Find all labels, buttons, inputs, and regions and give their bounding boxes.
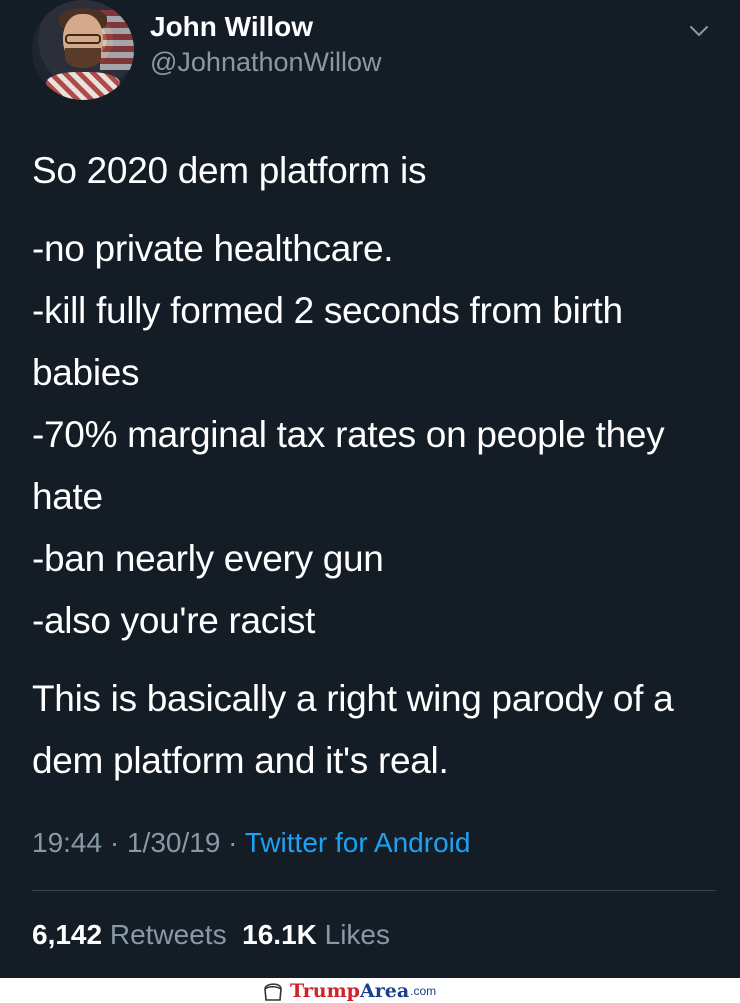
beard-decoration <box>65 48 101 68</box>
watermark-brand-part2: Area <box>359 980 410 1002</box>
tweet-list-line: -also you're racist <box>32 600 316 641</box>
divider <box>32 890 716 891</box>
author-name[interactable]: John Willow <box>150 11 313 43</box>
tweet-list-line: -70% marginal tax rates on people they h… <box>32 414 675 517</box>
meta-separator: · <box>109 827 120 858</box>
tweet-intro: So 2020 dem platform is <box>32 150 427 191</box>
tweet-time[interactable]: 19:44 <box>32 827 102 858</box>
watermark-brand-suffix: .com <box>410 984 437 998</box>
likes-count: 16.1K <box>242 919 317 950</box>
tweet-closing: This is basically a right wing parody of… <box>32 678 684 781</box>
avatar[interactable] <box>32 0 134 100</box>
retweets-count: 6,142 <box>32 919 103 950</box>
author-handle[interactable]: @JohnathonWillow <box>150 46 382 78</box>
likes-stat[interactable]: 16.1K Likes <box>242 919 390 950</box>
tweet-source-link[interactable]: Twitter for Android <box>245 827 471 858</box>
watermark-logo: Trump Area .com <box>262 979 436 1003</box>
shirt-decoration <box>46 72 120 100</box>
tweet-stats: 6,142 Retweets 16.1K Likes <box>32 915 390 955</box>
meta-separator: · <box>228 827 238 858</box>
tweet-list-line: -no private healthcare. <box>32 228 394 269</box>
likes-label: Likes <box>324 919 391 950</box>
tweet-list-line: -ban nearly every gun <box>32 538 384 579</box>
chevron-down-icon[interactable] <box>688 20 710 42</box>
tweet-meta: 19:44 · 1/30/19 · Twitter for Android <box>32 823 470 863</box>
tweet-card: John Willow @JohnathonWillow So 2020 dem… <box>0 0 740 978</box>
tweet-list-line: -kill fully formed 2 seconds from birth … <box>32 290 633 393</box>
tweet-date[interactable]: 1/30/19 <box>127 827 220 858</box>
trump-hair-icon <box>264 983 282 1001</box>
tweet-text: So 2020 dem platform is -no private heal… <box>32 140 712 792</box>
watermark-brand-part1: Trump <box>290 980 360 1002</box>
retweets-label: Retweets <box>109 919 227 950</box>
retweets-stat[interactable]: 6,142 Retweets <box>32 919 227 950</box>
glasses-decoration <box>65 34 101 44</box>
